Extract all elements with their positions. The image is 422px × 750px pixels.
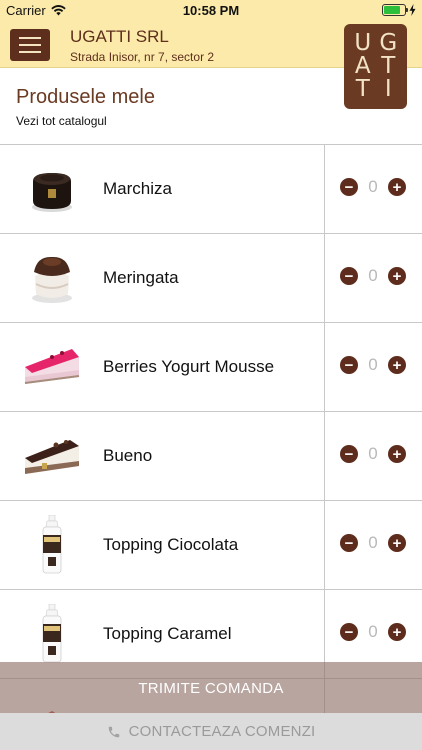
decrement-button[interactable]: − (340, 623, 358, 641)
decrement-button[interactable]: − (340, 534, 358, 552)
product-name: Meringata (103, 268, 179, 287)
contact-orders-label: CONTACTEAZA COMENZI (128, 723, 316, 740)
battery-icon (382, 4, 408, 16)
menu-line (19, 51, 41, 53)
product-name: Topping Caramel (103, 624, 232, 643)
quantity-value: 0 (368, 266, 378, 285)
product-row[interactable]: Topping Ciocolata − 0 + (0, 501, 422, 590)
hamburger-menu-button[interactable] (10, 29, 50, 61)
berry-mousse-slice-icon (24, 349, 80, 384)
status-right (382, 4, 416, 16)
quantity-stepper: − 0 + (340, 177, 406, 197)
cheesecake-slice-icon (25, 440, 79, 474)
product-name: Bueno (103, 446, 153, 465)
quantity-value: 0 (368, 177, 378, 196)
quantity-stepper: − 0 + (340, 444, 406, 464)
decrement-button[interactable]: − (340, 445, 358, 463)
increment-button[interactable]: + (388, 178, 406, 196)
logo-letter: T (381, 53, 396, 79)
chocolate-cake-icon (32, 173, 72, 212)
quantity-value: 0 (368, 622, 378, 641)
logo-letter: A (354, 53, 371, 79)
charging-bolt-icon (409, 4, 416, 16)
quantity-stepper: − 0 + (340, 355, 406, 375)
phone-icon (108, 726, 119, 737)
row-divider (324, 323, 325, 411)
submit-order-button[interactable]: TRIMITE COMANDA (0, 662, 422, 713)
product-name: Topping Ciocolata (103, 535, 239, 554)
contact-orders-button[interactable]: CONTACTEAZA COMENZI (0, 713, 422, 750)
decrement-button[interactable]: − (340, 178, 358, 196)
menu-line (19, 37, 41, 39)
decrement-button[interactable]: − (340, 356, 358, 374)
submit-order-label: TRIMITE COMANDA (138, 680, 284, 697)
topping-bottle-icon (42, 604, 62, 663)
row-divider (324, 234, 325, 322)
product-name: Berries Yogurt Mousse (103, 357, 275, 376)
company-address: Strada Inisor, nr 7, sector 2 (70, 50, 215, 64)
logo-letter: T (355, 76, 370, 102)
logo-letter: I (384, 76, 392, 102)
quantity-value: 0 (368, 444, 378, 463)
increment-button[interactable]: + (388, 267, 406, 285)
logo-letter: G (379, 30, 398, 56)
quantity-stepper: − 0 + (340, 622, 406, 642)
view-catalog-link[interactable]: Vezi tot catalogul (16, 114, 107, 128)
status-bar: Carrier 10:58 PM (0, 0, 422, 22)
increment-button[interactable]: + (388, 623, 406, 641)
row-divider (324, 412, 325, 500)
product-row[interactable]: Bueno − 0 + (0, 412, 422, 501)
logo-letter: U (354, 30, 372, 56)
topping-bottle-icon (42, 515, 62, 574)
quantity-value: 0 (368, 533, 378, 552)
meringue-cake-icon (32, 256, 72, 303)
product-name: Marchiza (103, 179, 172, 198)
decrement-button[interactable]: − (340, 267, 358, 285)
section-title: Produsele mele (16, 86, 155, 108)
quantity-value: 0 (368, 355, 378, 374)
product-row[interactable]: Meringata − 0 + (0, 234, 422, 323)
row-divider (324, 501, 325, 589)
increment-button[interactable]: + (388, 356, 406, 374)
quantity-stepper: − 0 + (340, 266, 406, 286)
quantity-stepper: − 0 + (340, 533, 406, 553)
row-divider (324, 145, 325, 233)
product-row[interactable]: Marchiza − 0 + (0, 145, 422, 234)
product-list: Marchiza − 0 + Meringata − 0 + Berries Y… (0, 145, 422, 750)
ugatti-logo: U G A T T I (344, 24, 407, 109)
clock: 10:58 PM (182, 3, 240, 18)
battery-level (384, 6, 400, 14)
increment-button[interactable]: + (388, 445, 406, 463)
app-screen: Carrier 10:58 PM UGATTI SRL Strada Iniso… (0, 0, 422, 750)
increment-button[interactable]: + (388, 534, 406, 552)
menu-line (19, 44, 41, 46)
company-name: UGATTI SRL (70, 27, 169, 46)
product-row[interactable]: Berries Yogurt Mousse − 0 + (0, 323, 422, 412)
